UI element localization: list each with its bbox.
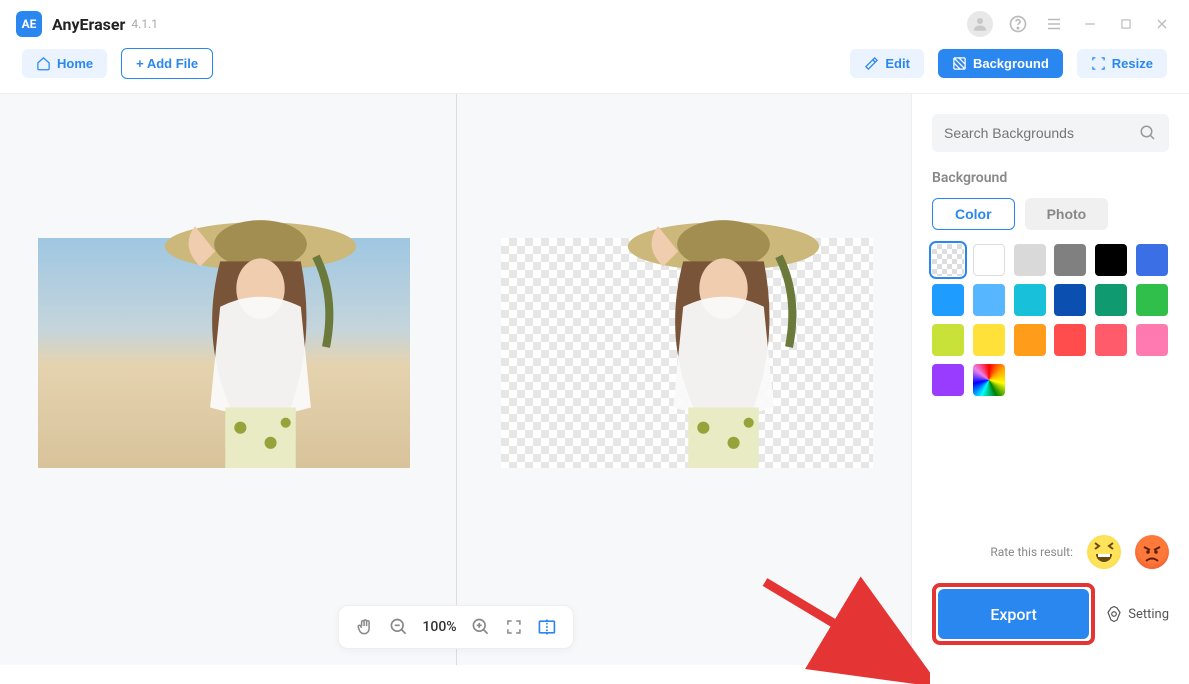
menu-icon[interactable]	[1043, 13, 1065, 35]
background-label: Background	[973, 56, 1049, 71]
color-swatch[interactable]	[1136, 244, 1168, 276]
color-swatch[interactable]	[1054, 324, 1086, 356]
arrow-annotation	[760, 574, 930, 684]
background-button[interactable]: Background	[938, 49, 1063, 78]
search-input-field[interactable]	[944, 125, 1139, 141]
zoom-toolbar: 100%	[337, 605, 573, 649]
home-button[interactable]: Home	[22, 49, 107, 78]
rate-angry-emoji[interactable]	[1135, 535, 1169, 569]
account-avatar[interactable]	[967, 11, 993, 37]
color-swatch[interactable]	[932, 364, 964, 396]
fullscreen-icon[interactable]	[505, 618, 523, 636]
result-image	[501, 238, 873, 468]
color-swatch[interactable]	[973, 324, 1005, 356]
add-file-button[interactable]: + Add File	[121, 48, 213, 79]
color-swatch[interactable]	[932, 324, 964, 356]
gear-icon	[1105, 605, 1123, 623]
color-swatch[interactable]	[1095, 244, 1127, 276]
minimize-icon[interactable]	[1079, 13, 1101, 35]
rate-happy-emoji[interactable]	[1087, 535, 1121, 569]
maximize-icon[interactable]	[1115, 13, 1137, 35]
export-highlight: Export	[932, 583, 1095, 645]
color-swatch[interactable]	[1136, 284, 1168, 316]
color-swatch[interactable]	[1095, 284, 1127, 316]
home-label: Home	[57, 56, 93, 71]
rate-label: Rate this result:	[990, 545, 1073, 559]
resize-label: Resize	[1112, 56, 1153, 71]
color-swatch[interactable]	[1095, 324, 1127, 356]
color-swatch[interactable]	[973, 244, 1005, 276]
color-swatch[interactable]	[1014, 284, 1046, 316]
app-logo: AE	[16, 11, 42, 37]
background-section-label: Background	[932, 170, 1169, 186]
original-image	[38, 238, 410, 468]
edit-label: Edit	[885, 56, 910, 71]
tab-color[interactable]: Color	[932, 198, 1015, 230]
color-swatch-grid	[932, 244, 1169, 396]
pan-hand-icon[interactable]	[354, 617, 374, 637]
add-file-label: + Add File	[136, 56, 198, 71]
color-swatch[interactable]	[932, 284, 964, 316]
color-swatch[interactable]	[1054, 284, 1086, 316]
color-swatch[interactable]	[1014, 244, 1046, 276]
search-icon	[1139, 124, 1157, 142]
export-button[interactable]: Export	[938, 589, 1089, 639]
app-version: 4.1.1	[131, 17, 158, 31]
color-swatch[interactable]	[1054, 244, 1086, 276]
color-swatch[interactable]	[1136, 324, 1168, 356]
help-icon[interactable]	[1007, 13, 1029, 35]
color-swatch[interactable]	[973, 284, 1005, 316]
resize-button[interactable]: Resize	[1077, 49, 1167, 78]
app-name: AnyEraser	[52, 15, 125, 34]
edit-button[interactable]: Edit	[850, 49, 924, 78]
color-swatch[interactable]	[932, 244, 964, 276]
tab-photo[interactable]: Photo	[1025, 198, 1109, 230]
close-icon[interactable]	[1151, 13, 1173, 35]
zoom-out-icon[interactable]	[388, 617, 408, 637]
canvas-divider	[456, 94, 457, 665]
compare-icon[interactable]	[537, 617, 557, 637]
color-swatch[interactable]	[973, 364, 1005, 396]
search-backgrounds-input[interactable]	[932, 114, 1169, 152]
zoom-in-icon[interactable]	[471, 617, 491, 637]
zoom-level: 100%	[422, 619, 456, 635]
setting-label: Setting	[1128, 607, 1169, 622]
setting-button[interactable]: Setting	[1105, 605, 1169, 623]
color-swatch[interactable]	[1014, 324, 1046, 356]
